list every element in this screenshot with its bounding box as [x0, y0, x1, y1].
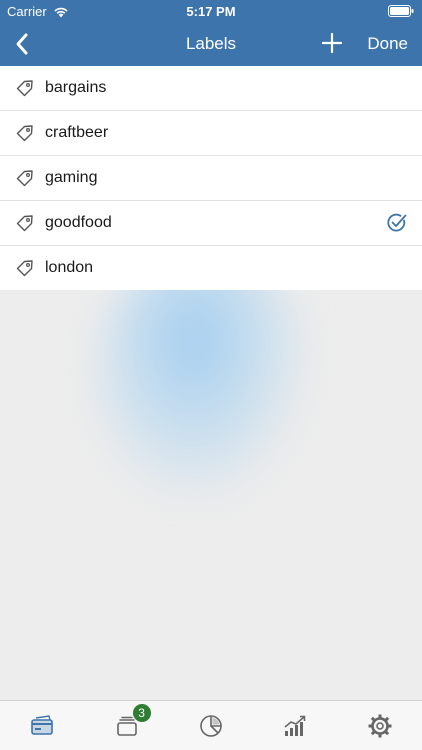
- empty-background: [0, 290, 422, 700]
- label-row-bargains[interactable]: bargains: [0, 66, 422, 111]
- blurred-decoration: [95, 290, 315, 510]
- tab-badge: 3: [132, 704, 151, 722]
- tag-icon: [16, 215, 33, 232]
- label-name: gaming: [45, 169, 98, 186]
- tab-cards[interactable]: [0, 701, 84, 750]
- tab-settings[interactable]: [338, 701, 422, 750]
- nav-bar: Labels Done: [0, 22, 422, 66]
- add-label-button[interactable]: [318, 29, 346, 57]
- done-button[interactable]: Done: [367, 34, 408, 54]
- label-row-gaming[interactable]: gaming: [0, 156, 422, 201]
- status-bar: Carrier 5:17 PM: [0, 0, 422, 22]
- label-row-goodfood[interactable]: goodfood: [0, 201, 422, 246]
- tag-icon: [16, 125, 33, 142]
- battery-icon: [388, 5, 414, 17]
- label-row-london[interactable]: london: [0, 246, 422, 291]
- tag-icon: [16, 80, 33, 97]
- label-name: bargains: [45, 79, 107, 96]
- tab-bar: 3: [0, 700, 422, 750]
- label-name: craftbeer: [45, 124, 109, 141]
- label-name: goodfood: [45, 214, 112, 231]
- checkmark-icon: [387, 213, 407, 232]
- plus-icon: [321, 32, 343, 54]
- card-icon: [31, 714, 54, 735]
- label-row-craftbeer[interactable]: craftbeer: [0, 111, 422, 156]
- label-name: london: [45, 259, 94, 276]
- tag-icon: [16, 260, 33, 277]
- tab-trends[interactable]: [253, 701, 337, 750]
- trend-chart-icon: [284, 715, 306, 736]
- gear-icon: [368, 714, 392, 737]
- page-title: Labels: [185, 34, 237, 53]
- label-list: bargains craftbeer gaming goodfood london: [0, 66, 422, 292]
- tab-reports[interactable]: [169, 701, 253, 750]
- tag-icon: [16, 170, 33, 187]
- tab-wallets[interactable]: 3: [84, 701, 168, 750]
- pie-chart-icon: [200, 714, 222, 737]
- status-time: 5:17 PM: [186, 4, 236, 19]
